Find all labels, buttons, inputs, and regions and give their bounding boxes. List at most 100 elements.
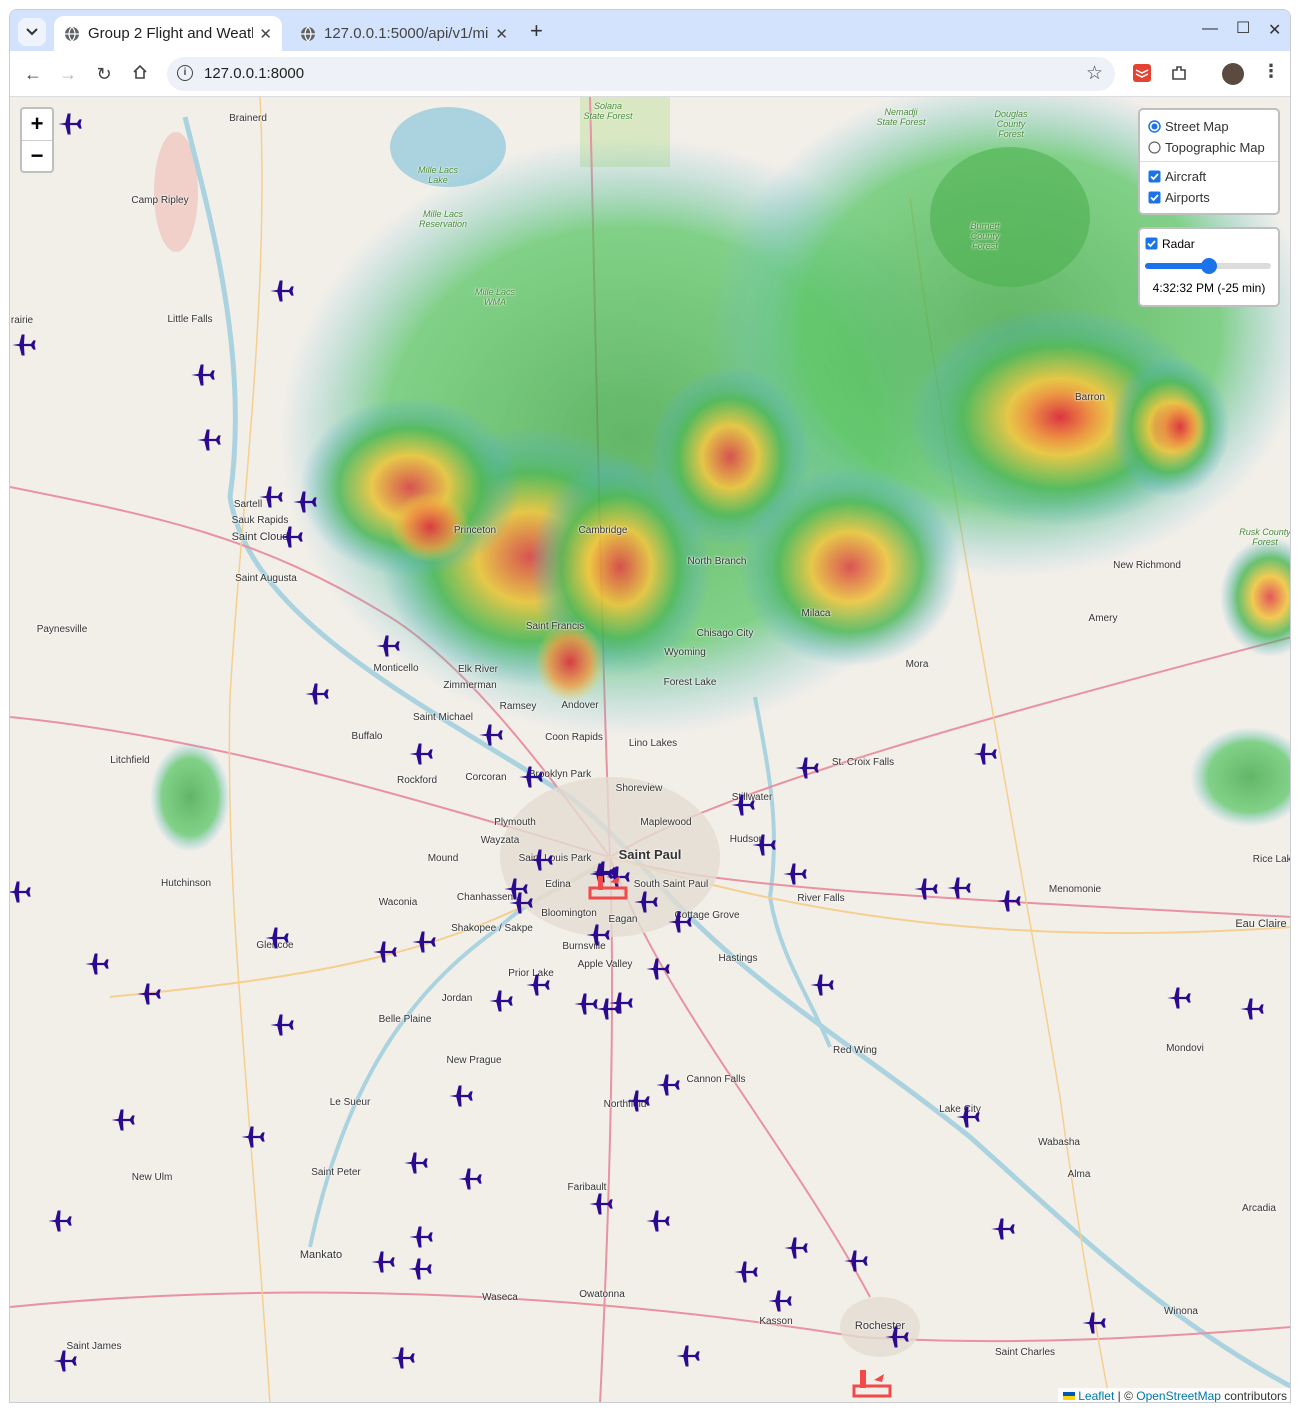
address-bar[interactable]: i 127.0.0.1:8000 ☆ bbox=[167, 57, 1115, 91]
site-info-icon[interactable]: i bbox=[177, 65, 193, 81]
aircraft-marker[interactable] bbox=[524, 971, 552, 999]
tab-search-button[interactable] bbox=[18, 18, 46, 46]
aircraft-marker[interactable] bbox=[195, 426, 223, 454]
aircraft-marker[interactable] bbox=[808, 971, 836, 999]
aircraft-marker[interactable] bbox=[766, 1287, 794, 1315]
topo-map-option[interactable]: Topographic Map bbox=[1148, 137, 1270, 158]
maximize-icon[interactable]: ☐ bbox=[1236, 18, 1250, 38]
aircraft-marker[interactable] bbox=[10, 331, 38, 359]
aircraft-marker[interactable] bbox=[971, 740, 999, 768]
airport-marker-rst[interactable] bbox=[852, 1364, 892, 1402]
aircraft-marker[interactable] bbox=[263, 924, 291, 952]
aircraft-marker[interactable] bbox=[594, 995, 622, 1023]
aircraft-marker[interactable] bbox=[56, 110, 84, 138]
aircraft-marker[interactable] bbox=[135, 980, 163, 1008]
aircraft-marker[interactable] bbox=[277, 523, 305, 551]
aircraft-marker[interactable] bbox=[527, 846, 555, 874]
street-map-option[interactable]: Street Map bbox=[1148, 116, 1270, 137]
checkbox-checked-icon[interactable] bbox=[1145, 237, 1158, 250]
aircraft-marker[interactable] bbox=[507, 889, 535, 917]
airports-overlay-option[interactable]: Airports bbox=[1148, 187, 1270, 208]
aircraft-marker[interactable] bbox=[584, 921, 612, 949]
tab-group2[interactable]: Group 2 Flight and Weath ✕ bbox=[54, 16, 282, 51]
close-tab-icon[interactable]: ✕ bbox=[259, 25, 272, 43]
aircraft-marker[interactable] bbox=[10, 878, 33, 906]
home-icon[interactable] bbox=[129, 64, 151, 84]
aircraft-marker[interactable] bbox=[883, 1323, 911, 1351]
aircraft-overlay-option[interactable]: Aircraft bbox=[1148, 166, 1270, 187]
reload-icon[interactable]: ↻ bbox=[93, 64, 115, 84]
aircraft-marker[interactable] bbox=[632, 888, 660, 916]
leaflet-link[interactable]: Leaflet bbox=[1078, 1389, 1114, 1402]
aircraft-marker[interactable] bbox=[782, 1234, 810, 1262]
aircraft-marker[interactable] bbox=[369, 1248, 397, 1276]
minimize-icon[interactable]: — bbox=[1202, 20, 1218, 38]
aircraft-marker[interactable] bbox=[410, 928, 438, 956]
aircraft-marker[interactable] bbox=[954, 1103, 982, 1131]
aircraft-marker[interactable] bbox=[666, 908, 694, 936]
aircraft-marker[interactable] bbox=[109, 1106, 137, 1134]
zoom-in-button[interactable]: + bbox=[22, 109, 52, 140]
extensions-puzzle-icon[interactable] bbox=[1170, 64, 1188, 82]
aircraft-marker[interactable] bbox=[257, 483, 285, 511]
osm-link[interactable]: OpenStreetMap bbox=[1136, 1389, 1221, 1402]
aircraft-marker[interactable] bbox=[624, 1087, 652, 1115]
radar-time-slider[interactable] bbox=[1145, 258, 1271, 274]
avatar[interactable] bbox=[1222, 63, 1244, 85]
aircraft-marker[interactable] bbox=[447, 1082, 475, 1110]
aircraft-marker[interactable] bbox=[371, 938, 399, 966]
aircraft-marker[interactable] bbox=[406, 1255, 434, 1283]
aircraft-marker[interactable] bbox=[456, 1165, 484, 1193]
tab-api[interactable]: 127.0.0.1:5000/api/v1/mi ✕ bbox=[290, 16, 518, 51]
slider-thumb[interactable] bbox=[1201, 258, 1217, 274]
aircraft-marker[interactable] bbox=[83, 950, 111, 978]
menu-kebab-icon[interactable]: ⋮ bbox=[1262, 61, 1280, 82]
aircraft-marker[interactable] bbox=[268, 1011, 296, 1039]
aircraft-marker[interactable] bbox=[487, 987, 515, 1015]
zoom-out-button[interactable]: − bbox=[22, 140, 52, 171]
aircraft-marker[interactable] bbox=[1165, 984, 1193, 1012]
aircraft-marker[interactable] bbox=[654, 1071, 682, 1099]
aircraft-marker[interactable] bbox=[407, 1223, 435, 1251]
aircraft-marker[interactable] bbox=[995, 887, 1023, 915]
aircraft-marker[interactable] bbox=[189, 361, 217, 389]
aircraft-marker[interactable] bbox=[389, 1344, 417, 1372]
aircraft-marker[interactable] bbox=[674, 1342, 702, 1370]
checkbox-checked-icon[interactable] bbox=[1148, 191, 1161, 204]
aircraft-marker[interactable] bbox=[945, 874, 973, 902]
aircraft-marker[interactable] bbox=[793, 754, 821, 782]
new-tab-button[interactable]: + bbox=[530, 20, 543, 42]
aircraft-marker[interactable] bbox=[291, 488, 319, 516]
checkbox-checked-icon[interactable] bbox=[1148, 170, 1161, 183]
radio-unchecked-icon[interactable] bbox=[1148, 141, 1161, 154]
aircraft-marker[interactable] bbox=[842, 1247, 870, 1275]
aircraft-marker[interactable] bbox=[587, 1190, 615, 1218]
back-icon[interactable]: ← bbox=[22, 64, 44, 84]
radar-toggle[interactable]: Radar bbox=[1145, 235, 1273, 253]
aircraft-marker[interactable] bbox=[517, 763, 545, 791]
aircraft-marker[interactable] bbox=[732, 1258, 760, 1286]
aircraft-marker[interactable] bbox=[407, 740, 435, 768]
aircraft-marker[interactable] bbox=[477, 721, 505, 749]
airport-marker-msp[interactable] bbox=[588, 870, 628, 910]
aircraft-marker[interactable] bbox=[1238, 995, 1266, 1023]
radio-checked-icon[interactable] bbox=[1148, 120, 1161, 133]
aircraft-marker[interactable] bbox=[750, 831, 778, 859]
aircraft-marker[interactable] bbox=[402, 1149, 430, 1177]
aircraft-marker[interactable] bbox=[1080, 1309, 1108, 1337]
aircraft-marker[interactable] bbox=[644, 955, 672, 983]
aircraft-marker[interactable] bbox=[268, 277, 296, 305]
aircraft-marker[interactable] bbox=[51, 1347, 79, 1375]
aircraft-marker[interactable] bbox=[239, 1123, 267, 1151]
close-tab-icon[interactable]: ✕ bbox=[495, 25, 508, 43]
aircraft-marker[interactable] bbox=[729, 791, 757, 819]
forward-icon[interactable]: → bbox=[57, 64, 79, 84]
map-container[interactable]: Brainerd Camp Ripley Little Falls rairie Sar… bbox=[10, 97, 1290, 1402]
close-window-icon[interactable]: ✕ bbox=[1268, 20, 1281, 40]
aircraft-marker[interactable] bbox=[644, 1207, 672, 1235]
aircraft-marker[interactable] bbox=[912, 875, 940, 903]
aircraft-marker[interactable] bbox=[46, 1207, 74, 1235]
aircraft-marker[interactable] bbox=[989, 1215, 1017, 1243]
aircraft-marker[interactable] bbox=[781, 860, 809, 888]
extension-todoist-icon[interactable] bbox=[1133, 64, 1151, 82]
